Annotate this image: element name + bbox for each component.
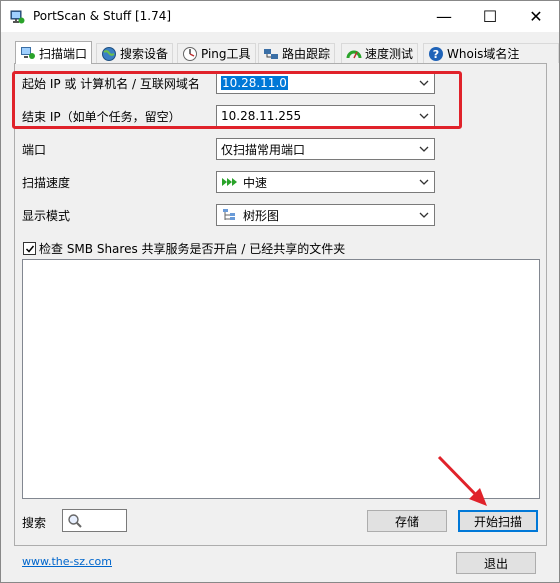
- tab-label: 速度测试: [365, 47, 414, 61]
- route-icon: [264, 48, 278, 59]
- tab-search-devices[interactable]: 搜索设备: [96, 43, 174, 63]
- maximize-button[interactable]: ☐: [467, 1, 513, 32]
- chevron-down-icon[interactable]: [418, 175, 430, 189]
- speed-icon: [346, 50, 362, 58]
- search-label: 搜索: [22, 516, 47, 530]
- tab-speed-test[interactable]: 速度测试: [341, 43, 419, 63]
- tab-label: 搜索设备: [120, 47, 169, 61]
- app-monitor-icon: [10, 10, 25, 24]
- tab-label: 路由跟踪: [282, 47, 331, 61]
- tab-scan-ports[interactable]: 扫描端口: [15, 41, 93, 64]
- start-scan-button[interactable]: 开始扫描: [458, 510, 538, 532]
- annotation-highlight-box: [12, 71, 462, 129]
- title-bar: PortScan & Stuff [1.74] — ☐ ✕: [1, 1, 559, 32]
- globe-icon: [102, 46, 116, 61]
- website-link[interactable]: www.the-sz.com: [22, 555, 112, 568]
- save-button[interactable]: 存储: [367, 510, 447, 532]
- chevron-down-icon[interactable]: [418, 208, 430, 222]
- display-mode-select[interactable]: 树形图: [216, 204, 435, 226]
- port-value: 仅扫描常用端口: [221, 142, 306, 157]
- minimize-button[interactable]: —: [421, 1, 467, 32]
- tab-label: 扫描端口: [39, 46, 88, 61]
- port-select[interactable]: 仅扫描常用端口: [216, 138, 435, 160]
- tab-label: Whois域名注: [447, 47, 520, 61]
- exit-button[interactable]: 退出: [456, 552, 536, 574]
- tab-traceroute[interactable]: 路由跟踪: [258, 43, 336, 63]
- close-button[interactable]: ✕: [513, 1, 559, 32]
- smb-check-row[interactable]: 检查 SMB Shares 共享服务是否开启 / 已经共享的文件夹: [23, 240, 345, 257]
- tab-ping[interactable]: Ping工具: [177, 43, 256, 63]
- display-mode-value: 树形图: [243, 208, 280, 223]
- tree-view-icon: [223, 209, 235, 220]
- fast-forward-icon: [222, 178, 237, 186]
- app-window: PortScan & Stuff [1.74] — ☐ ✕ 扫描端口 搜索设备 …: [0, 0, 560, 583]
- ping-icon: [183, 46, 197, 61]
- window-title: PortScan & Stuff [1.74]: [33, 9, 172, 23]
- search-icon: [68, 514, 82, 528]
- results-tree[interactable]: [22, 259, 540, 499]
- chevron-down-icon[interactable]: [418, 142, 430, 156]
- tab-bar: 扫描端口 搜索设备 Ping工具 路由跟踪 速度测试 ? Whois域名注: [15, 41, 559, 64]
- search-input[interactable]: [62, 509, 127, 532]
- scan-icon: [21, 47, 35, 59]
- smb-checkbox[interactable]: [23, 242, 36, 255]
- port-label: 端口: [22, 143, 47, 157]
- svg-text:?: ?: [433, 48, 439, 61]
- tab-label: Ping工具: [201, 47, 251, 61]
- speed-label: 扫描速度: [22, 176, 71, 190]
- checkmark-icon: [25, 245, 34, 253]
- help-icon: ?: [429, 46, 443, 61]
- speed-value: 中速: [243, 175, 268, 190]
- speed-select[interactable]: 中速: [216, 171, 435, 193]
- smb-check-label: 检查 SMB Shares 共享服务是否开启 / 已经共享的文件夹: [39, 242, 346, 256]
- display-mode-label: 显示模式: [22, 209, 71, 223]
- tab-whois[interactable]: ? Whois域名注: [423, 43, 559, 63]
